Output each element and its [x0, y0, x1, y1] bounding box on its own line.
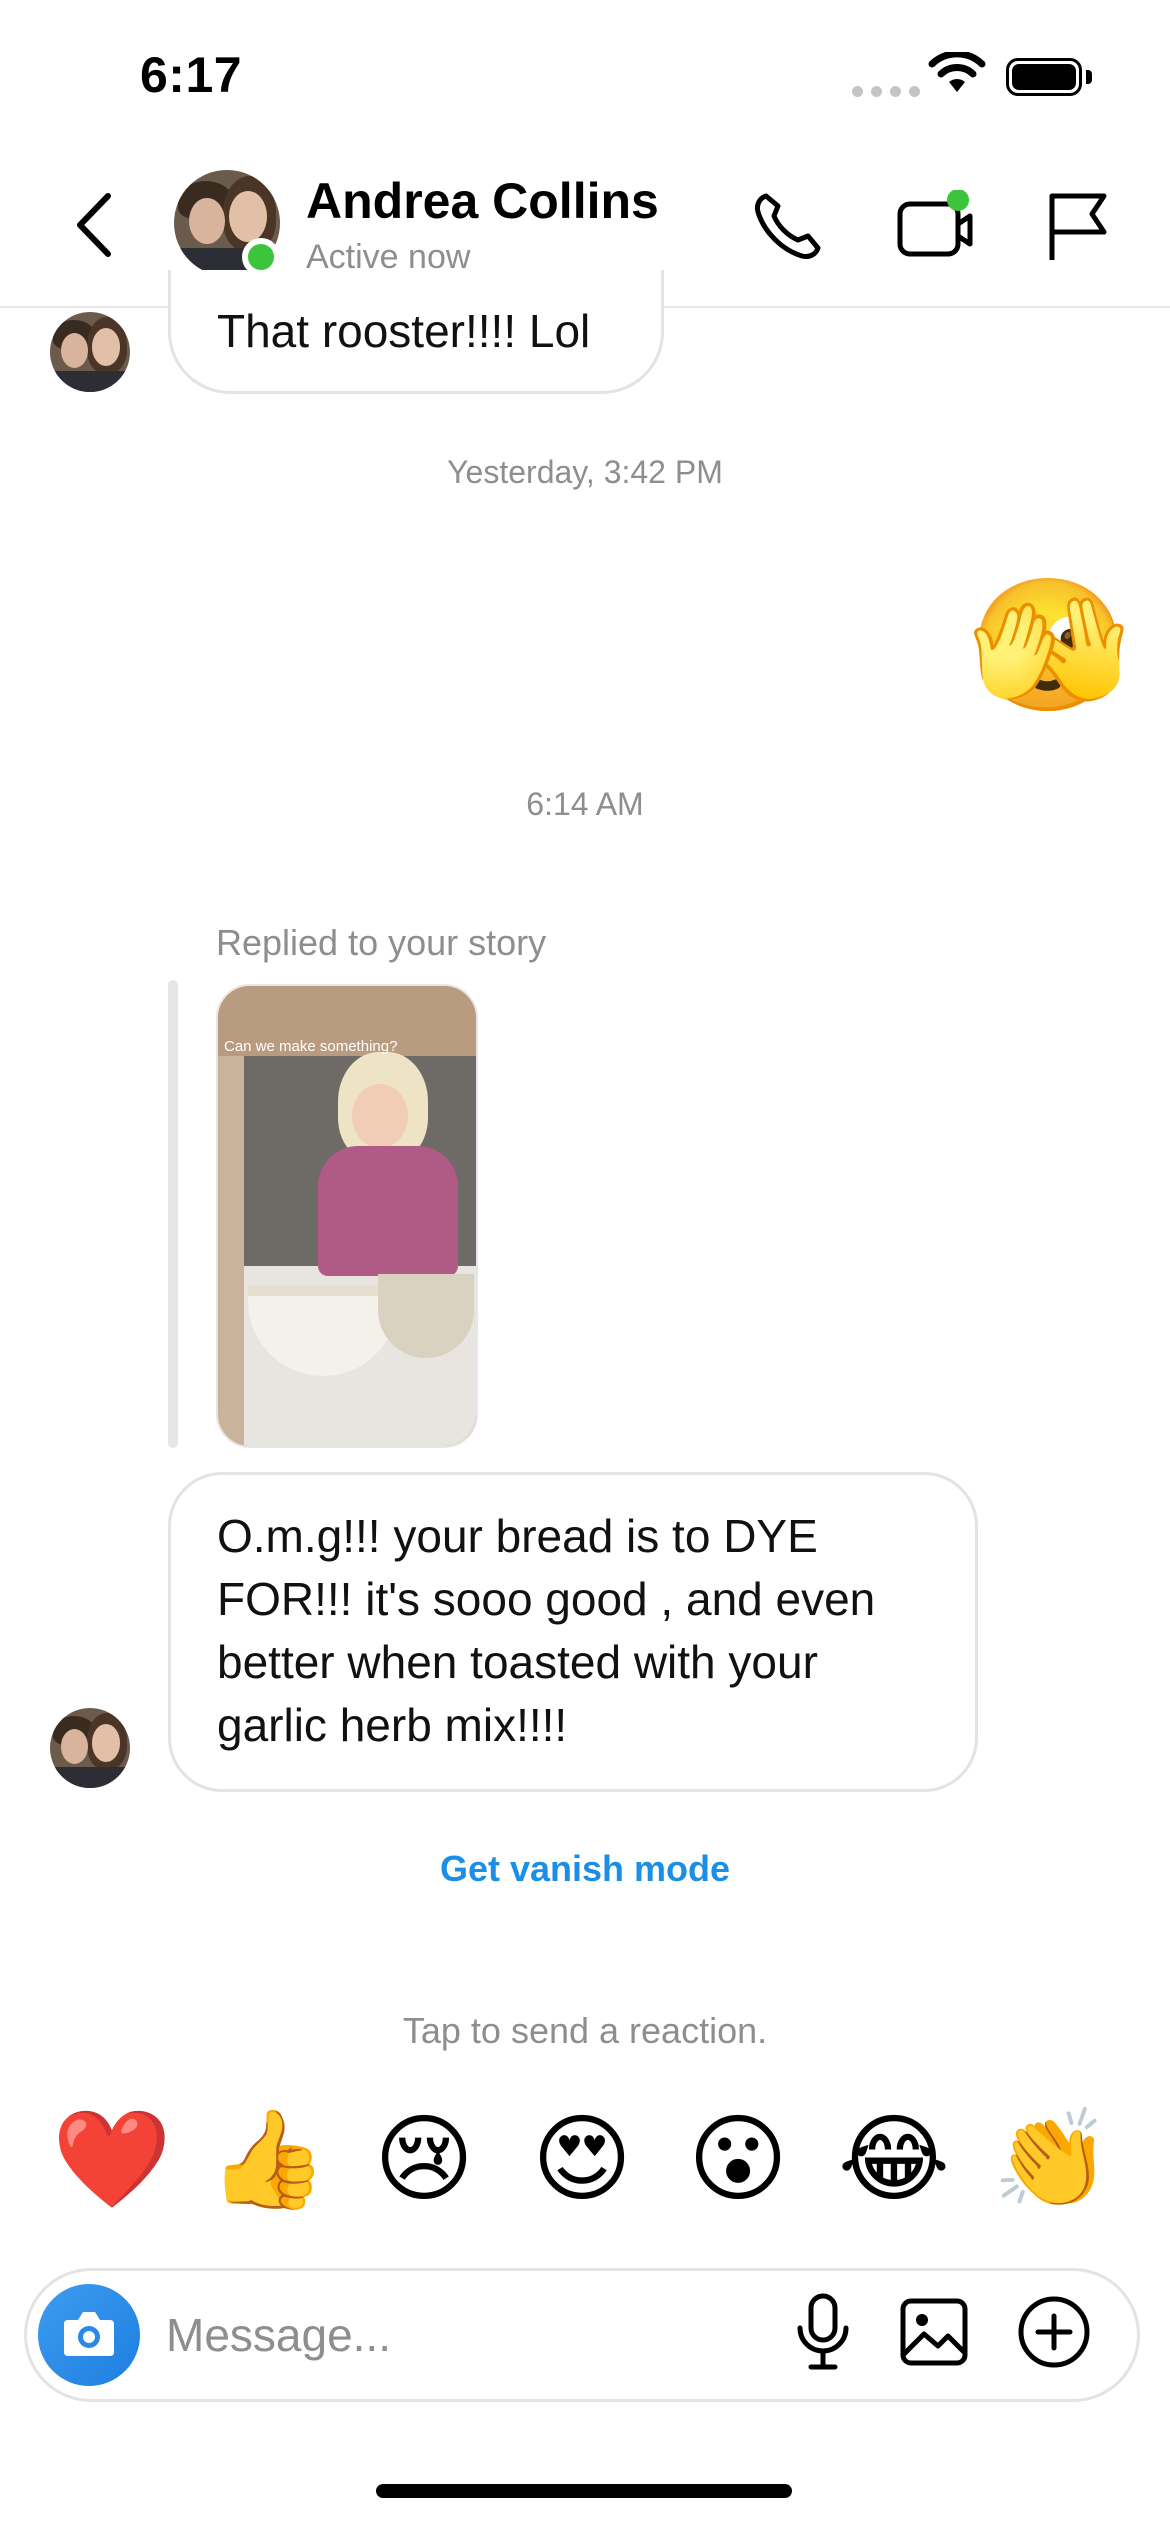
message-timestamp: Yesterday, 3:42 PM: [447, 454, 723, 490]
story-reply-label: Replied to your story: [216, 922, 547, 963]
get-vanish-mode-link[interactable]: Get vanish mode: [0, 1848, 1170, 1890]
camera-button[interactable]: [38, 2284, 140, 2386]
clapping-reaction[interactable]: 👏: [992, 2100, 1112, 2220]
contact-name[interactable]: Andrea Collins: [306, 172, 659, 230]
sender-avatar[interactable]: [50, 312, 130, 392]
message-line: garlic herb mix!!!!: [217, 1699, 568, 1751]
status-time: 6:17: [140, 47, 243, 103]
video-call-icon[interactable]: [896, 190, 980, 262]
message-line: FOR!!! it's sooo good , and even: [217, 1573, 876, 1625]
crying-reaction[interactable]: 😢: [364, 2100, 484, 2220]
cellular-signal-icon: [852, 86, 920, 97]
message-input[interactable]: [166, 2300, 766, 2370]
message-bubble[interactable]: O.m.g!!! your bread is to DYE FOR!!! it'…: [168, 1472, 978, 1792]
camera-icon: [64, 2312, 114, 2356]
story-thumbnail[interactable]: Can we make something?: [216, 984, 478, 1448]
microphone-icon[interactable]: [792, 2290, 854, 2374]
message-line: O.m.g!!! your bread is to DYE: [217, 1510, 818, 1562]
gallery-image-icon[interactable]: [898, 2296, 970, 2368]
heart-reaction[interactable]: ❤️: [52, 2100, 172, 2220]
heart-eyes-reaction[interactable]: 😍: [522, 2100, 642, 2220]
reaction-prompt: Tap to send a reaction.: [402, 2010, 768, 2051]
laughing-reaction[interactable]: 😂: [834, 2100, 954, 2220]
phone-call-icon[interactable]: [752, 190, 824, 262]
sent-emoji-message[interactable]: 🫣: [968, 570, 1130, 720]
wifi-icon: [928, 52, 986, 92]
battery-icon: [1006, 58, 1082, 96]
home-indicator: [376, 2484, 792, 2498]
message-timestamp: 6:14 AM: [526, 786, 644, 822]
message-bubble[interactable]: That rooster!!!! Lol: [168, 270, 664, 394]
add-plus-icon[interactable]: [1016, 2294, 1092, 2370]
message-line: better when toasted with your: [217, 1636, 818, 1688]
thumbs-up-reaction[interactable]: 👍: [208, 2100, 328, 2220]
quick-reactions: ❤️ 👍 😢 😍 😮 😂 👏: [0, 2100, 1170, 2220]
surprised-reaction[interactable]: 😮: [678, 2100, 798, 2220]
message-text: That rooster!!!! Lol: [217, 305, 591, 357]
battery-tip: [1086, 70, 1092, 84]
reply-quote-bar: [168, 980, 178, 1448]
story-caption: Can we make something?: [224, 1038, 398, 1055]
back-chevron-icon[interactable]: [70, 190, 120, 260]
sender-avatar[interactable]: [50, 1708, 130, 1788]
report-flag-icon[interactable]: [1044, 190, 1110, 264]
